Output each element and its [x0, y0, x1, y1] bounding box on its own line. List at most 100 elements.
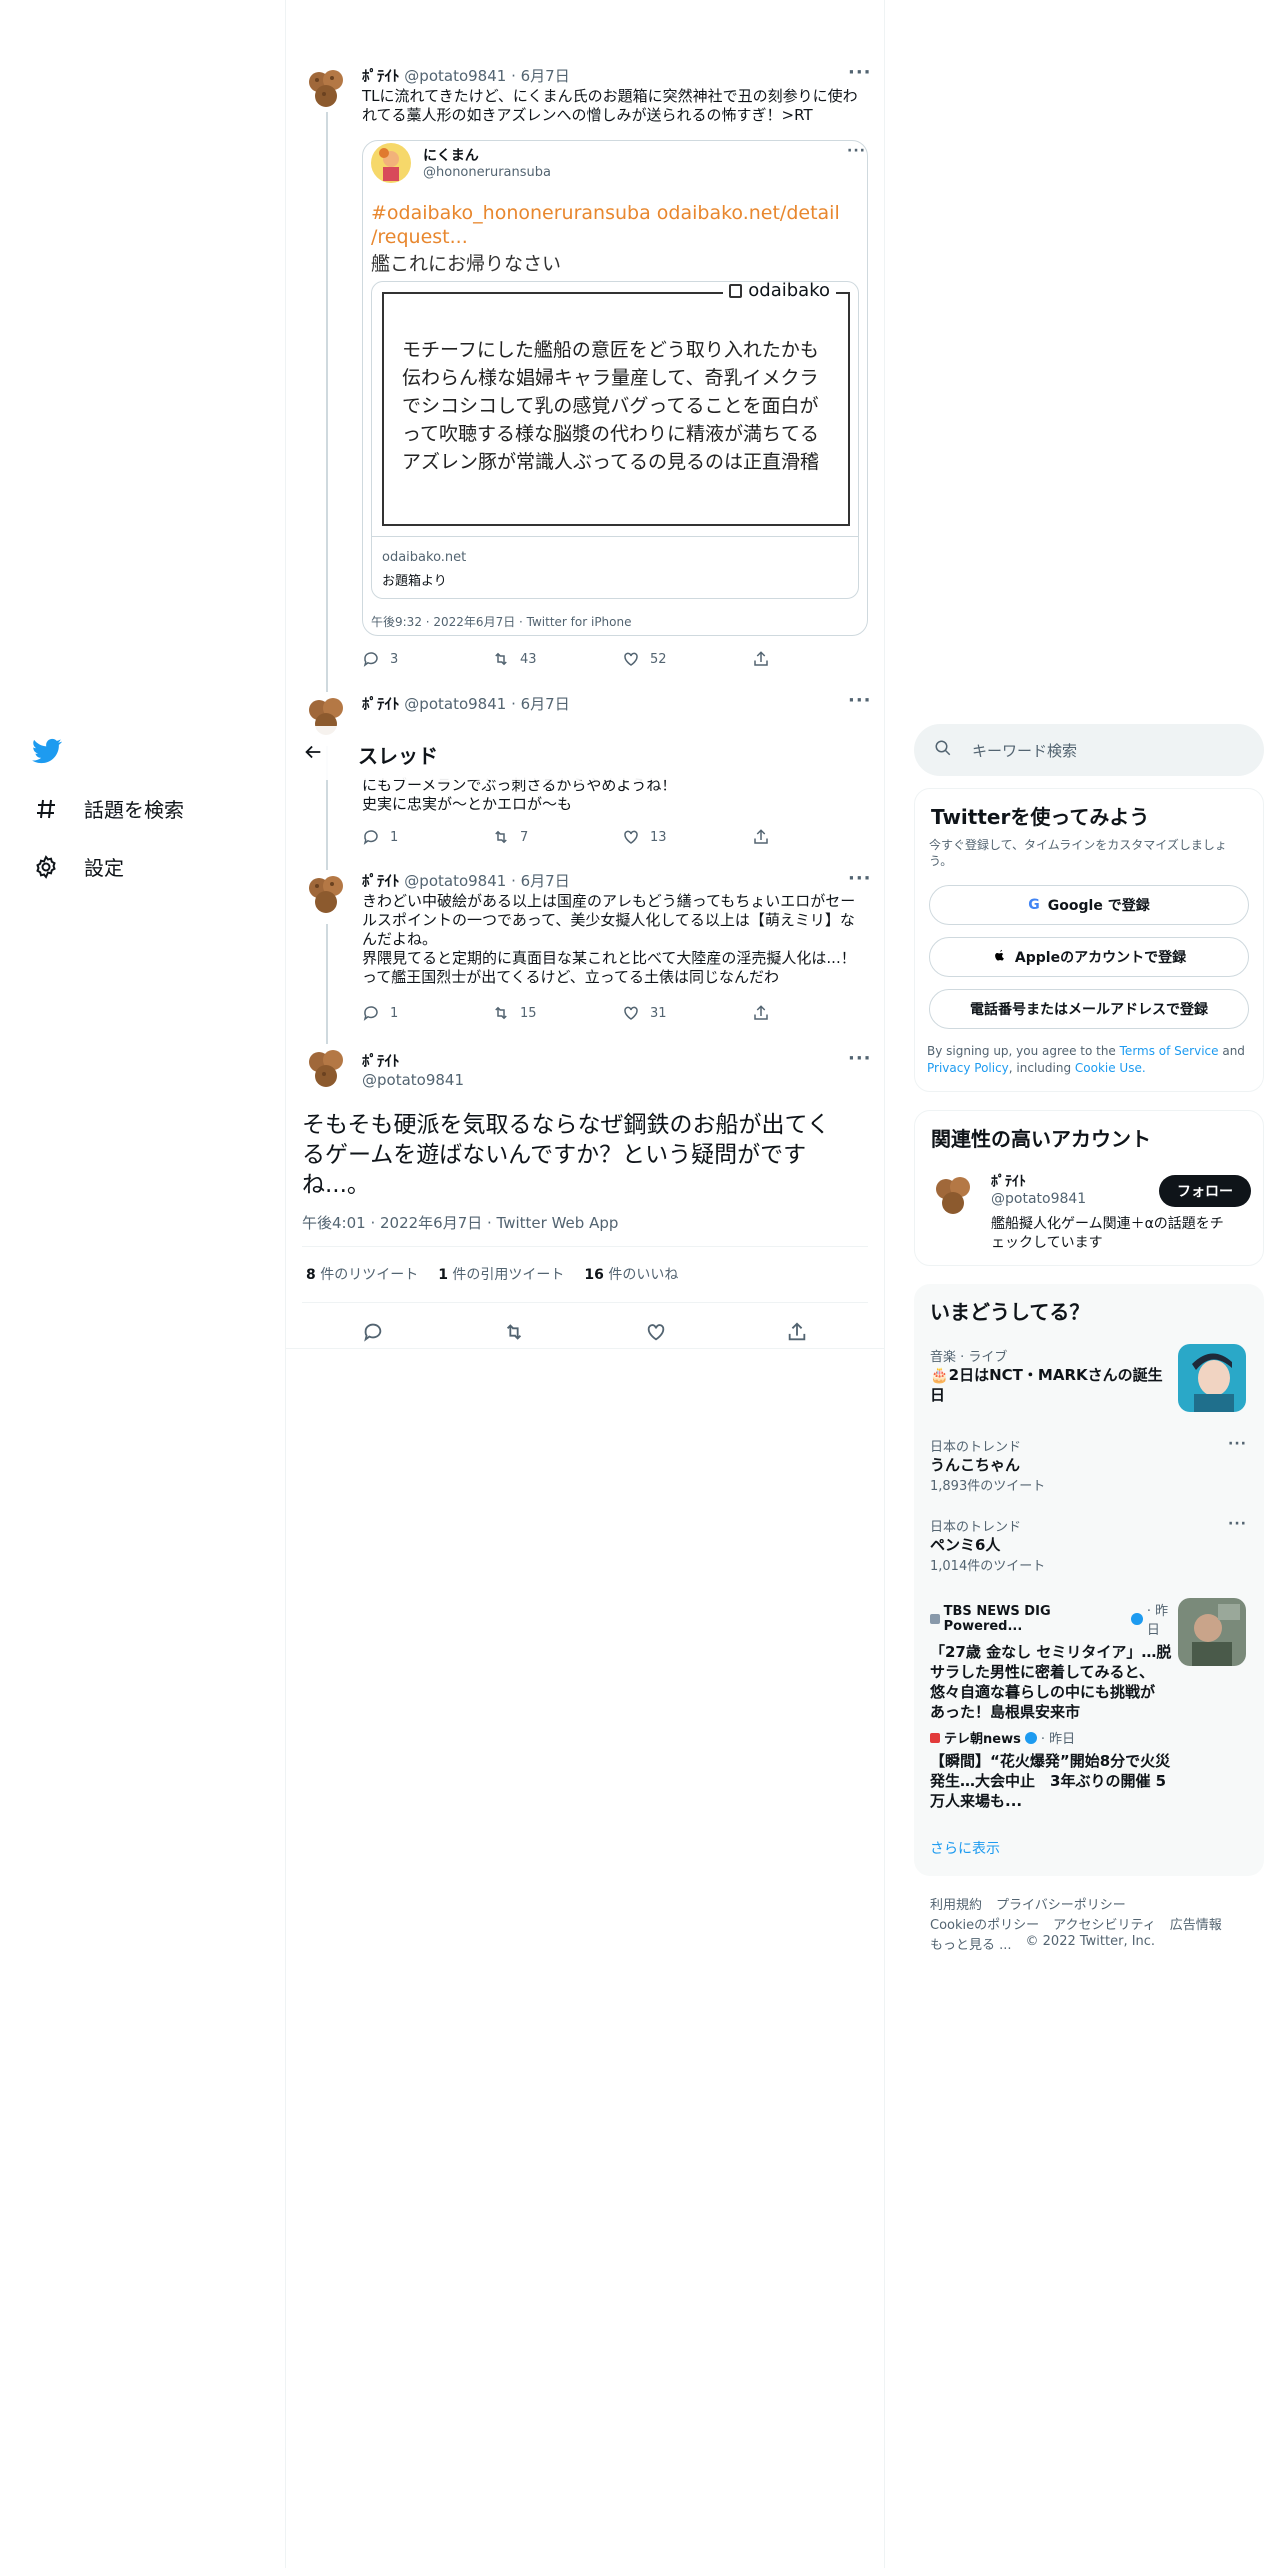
relevant-handle[interactable]: @potato9841 [991, 1191, 1086, 1207]
verified-icon [1024, 1731, 1037, 1744]
trend-more-icon[interactable]: ··· [1228, 1516, 1247, 1532]
main-tweet-timestamp[interactable]: 午後4:01 · 2022年6月7日 · Twitter Web App [302, 1212, 618, 1233]
share-icon[interactable] [786, 1321, 808, 1347]
share-icon [754, 1005, 768, 1020]
relevant-title: 関連性の高いアカウント [931, 1127, 1151, 1151]
more-icon[interactable]: ··· [848, 868, 872, 889]
terms-link[interactable]: Terms of Service [1120, 1044, 1219, 1058]
footer-link[interactable]: プライバシーポリシー [996, 1894, 1126, 1913]
news-item[interactable]: TBS NEWS DIG Powered... · 昨日 「27歳 金なし セミ… [930, 1600, 1180, 1722]
quoted-more-icon[interactable]: ··· [847, 143, 866, 159]
search-bar[interactable]: キーワード検索 [914, 724, 1264, 776]
card-image: odaibako モチーフにした艦船の意匠をどう取り入れたかも 伝わらん様な娼婦… [382, 282, 850, 526]
reply-icon [363, 652, 378, 667]
more-icon[interactable]: ··· [848, 690, 872, 711]
phone-signup-button[interactable]: 電話番号またはメールアドレスで登録 [929, 989, 1249, 1029]
trend-item[interactable]: 日本のトレンド ペンミ6人 1,014件のツイート [930, 1516, 1230, 1574]
retweet-icon[interactable] [503, 1321, 525, 1347]
relevant-bio: 艦船擬人化ゲーム関連＋αの話題をチ ェックしています [991, 1216, 1224, 1251]
main-author-handle[interactable]: @potato9841 [362, 1071, 464, 1089]
tweet-header: ﾎﾟﾃｲﾄ @potato9841 · 6月7日 [362, 693, 570, 714]
tweet-text: TLに流れてきたけど、にくまん氏のお題箱に突然神社で丑の刻参りに使わ れてる藁人… [362, 87, 858, 124]
box-icon [729, 283, 743, 298]
like-button[interactable]: 52 [622, 650, 752, 668]
search-input[interactable]: キーワード検索 [972, 740, 1077, 761]
retweet-button[interactable]: 7 [492, 828, 622, 846]
tweet-actions: 1 7 13 [362, 828, 882, 846]
share-button[interactable] [752, 828, 882, 846]
back-arrow-icon[interactable] [302, 741, 324, 767]
avatar[interactable] [302, 64, 350, 112]
search-icon [934, 739, 952, 761]
quoted-avatar [371, 143, 411, 183]
footer-link[interactable]: Cookieのポリシー [930, 1914, 1039, 1933]
retweet-icon [495, 652, 507, 666]
quoted-tweet[interactable]: にくまん @hononeruransuba ··· #odaibako_hono… [362, 140, 868, 636]
footer-link[interactable]: 利用規約 [930, 1894, 982, 1913]
more-icon[interactable]: ··· [848, 62, 872, 83]
avatar[interactable] [302, 870, 350, 918]
author-meta[interactable]: @potato9841 · 6月7日 [404, 872, 569, 890]
divider [302, 1302, 868, 1303]
trend-item[interactable]: 音楽 · ライブ 🎂2日はNCT・MARKさんの誕生日 [930, 1346, 1180, 1405]
reply-button[interactable]: 1 [362, 1004, 492, 1022]
reply-icon[interactable] [362, 1321, 384, 1347]
follow-button[interactable]: フォロー [1159, 1175, 1251, 1207]
author-name[interactable]: ﾎﾟﾃｲﾄ [362, 695, 400, 713]
twitter-logo-icon[interactable] [32, 736, 62, 766]
card-brand: odaibako [723, 282, 836, 301]
trend-image [1178, 1344, 1246, 1412]
apple-signup-button[interactable]: Appleのアカウントで登録 [929, 937, 1249, 977]
footer-link[interactable]: 広告情報 [1170, 1914, 1222, 1933]
author-name[interactable]: ﾎﾟﾃｲﾄ [362, 67, 400, 85]
main-author-name[interactable]: ﾎﾟﾃｲﾄ [362, 1050, 400, 1071]
hashtag-icon [32, 795, 60, 823]
share-button[interactable] [752, 650, 882, 668]
nav-settings-label: 設定 [84, 856, 124, 880]
relevant-name[interactable]: ﾎﾟﾃｲﾄ [991, 1171, 1026, 1191]
share-button[interactable] [752, 1004, 882, 1022]
retweet-count-link[interactable]: 8 件のリツイート [306, 1264, 418, 1284]
thread-line [326, 924, 328, 1044]
like-button[interactable]: 13 [622, 828, 752, 846]
author-name[interactable]: ﾎﾟﾃｲﾄ [362, 872, 400, 890]
more-icon[interactable]: ··· [848, 1048, 872, 1069]
heart-icon[interactable] [645, 1321, 667, 1347]
copyright: © 2022 Twitter, Inc. [1025, 1934, 1156, 1949]
column-divider-left [285, 0, 286, 2568]
reply-button[interactable]: 3 [362, 650, 492, 668]
news-item[interactable]: テレ朝news · 昨日 【瞬間】“花火爆発”開始8分で火災 発生…大会中止 3… [930, 1728, 1180, 1811]
card-text: モチーフにした艦船の意匠をどう取り入れたかも 伝わらん様な娼婦キャラ量産して、奇… [402, 339, 820, 473]
cookie-link[interactable]: Cookie Use. [1075, 1061, 1146, 1075]
column-divider-right [884, 0, 885, 2568]
quoted-name: にくまん [423, 148, 479, 164]
retweet-button[interactable]: 15 [492, 1004, 622, 1022]
trend-more-icon[interactable]: ··· [1228, 1436, 1247, 1452]
avatar[interactable] [929, 1171, 977, 1219]
signup-subtitle: 今すぐ登録して、タイムラインをカスタマイズしましょう。 [929, 838, 1227, 868]
author-meta[interactable]: @potato9841 · 6月7日 [404, 695, 569, 713]
nav-explore[interactable]: 話題を検索 [32, 794, 184, 823]
quoted-handle: @hononeruransuba [423, 165, 551, 180]
like-button[interactable]: 31 [622, 1004, 752, 1022]
reply-button[interactable]: 1 [362, 828, 492, 846]
footer-links-row3: もっと見る ... © 2022 Twitter, Inc. [930, 1934, 1155, 1953]
quote-count-link[interactable]: 1 件の引用ツイート [438, 1264, 564, 1284]
trend-item[interactable]: 日本のトレンド うんこちゃん 1,893件のツイート [930, 1436, 1230, 1494]
privacy-link[interactable]: Privacy Policy [927, 1061, 1009, 1075]
footer-more-link[interactable]: もっと見る ... [930, 1934, 1012, 1953]
author-meta[interactable]: @potato9841 · 6月7日 [404, 67, 569, 85]
link-card[interactable]: odaibako モチーフにした艦船の意匠をどう取り入れたかも 伝わらん様な娼婦… [371, 281, 859, 599]
quoted-link[interactable]: #odaibako_hononeruransuba odaibako.net/d… [371, 201, 851, 249]
show-more-link[interactable]: さらに表示 [930, 1838, 1000, 1858]
like-count-link[interactable]: 16 件のいいね [584, 1264, 678, 1284]
footer-link[interactable]: アクセシビリティ [1053, 1914, 1156, 1933]
google-signup-button[interactable]: G Google で登録 [929, 885, 1249, 925]
retweet-icon [495, 1006, 507, 1020]
relevant-accounts-panel: 関連性の高いアカウント ﾎﾟﾃｲﾄ @potato9841 フォロー 艦船擬人化… [914, 1110, 1264, 1266]
retweet-button[interactable]: 43 [492, 650, 622, 668]
nav-settings[interactable]: 設定 [32, 852, 124, 881]
heart-icon [624, 830, 638, 844]
news-image [1178, 1598, 1246, 1666]
avatar[interactable] [302, 1044, 350, 1092]
